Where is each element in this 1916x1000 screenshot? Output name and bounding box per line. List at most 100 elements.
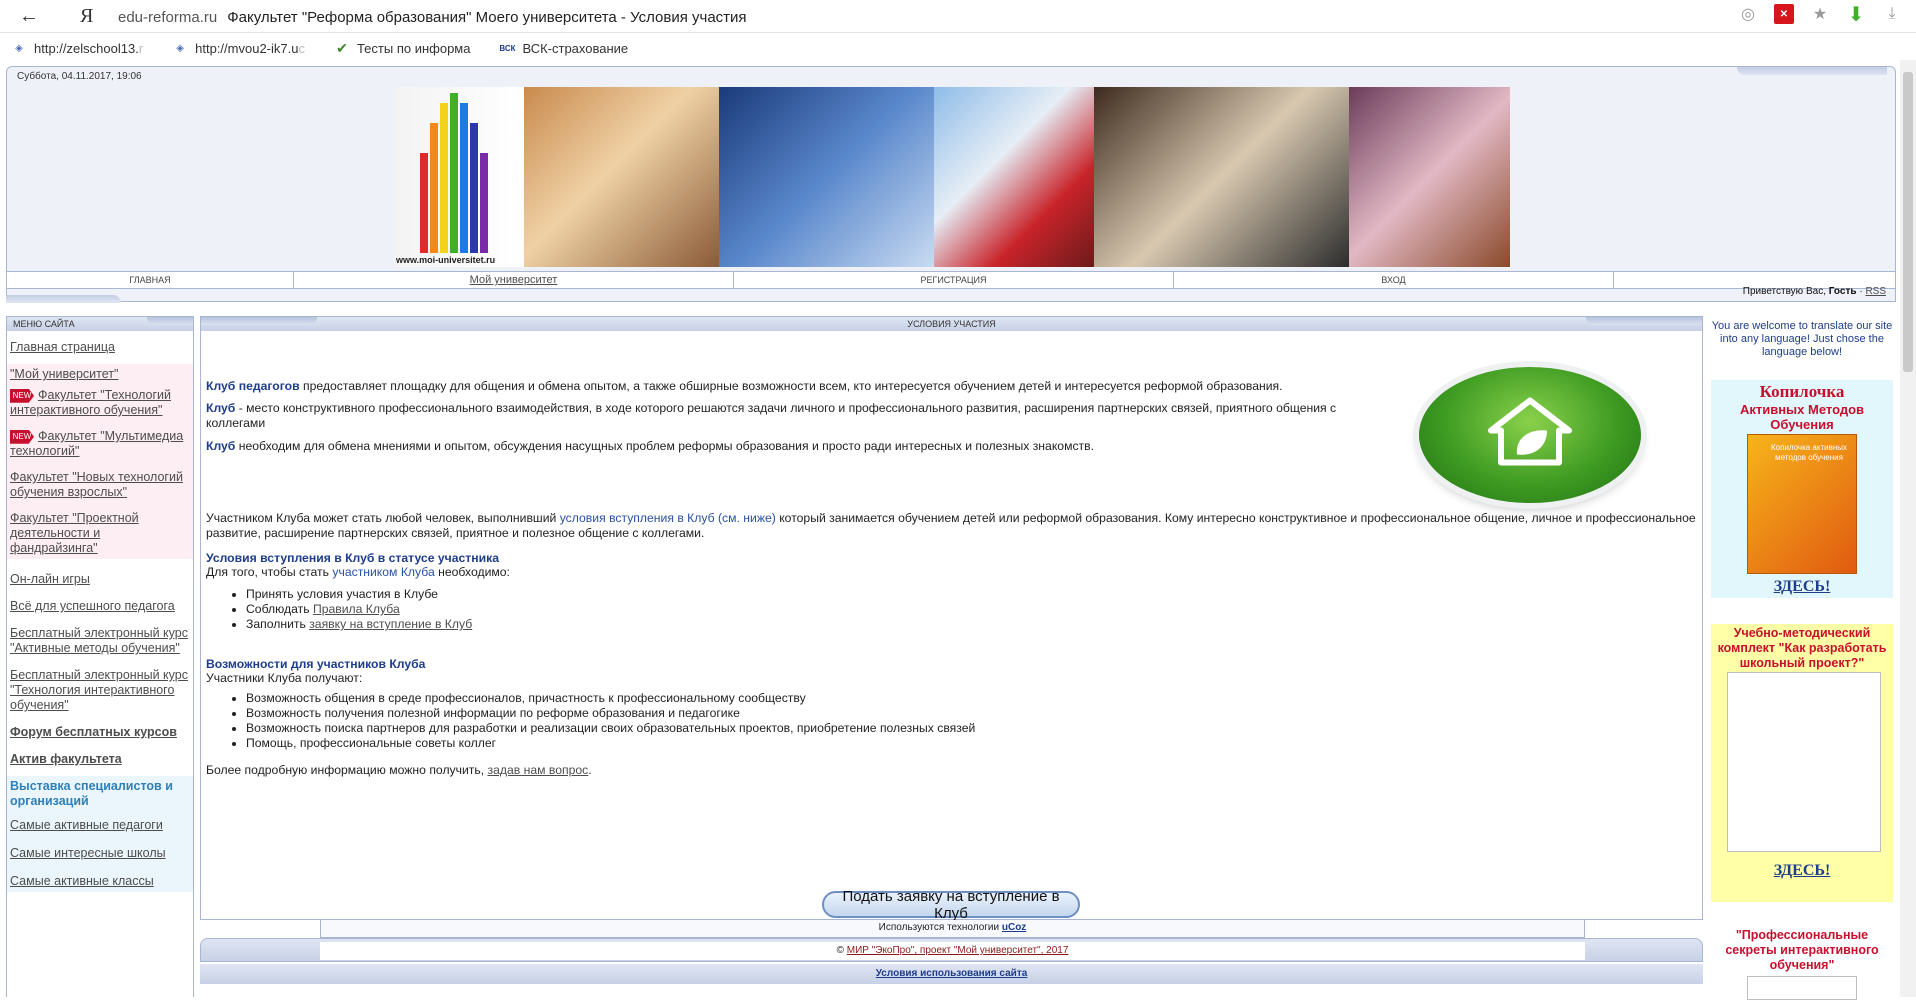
- paragraph-club-intro: Клуб педагогов предоставляет площадку дл…: [206, 379, 1283, 393]
- ucoz-link[interactable]: uCoz: [1002, 922, 1026, 933]
- umk-title: Учебно-методический комплект "Как разраб…: [1717, 626, 1887, 670]
- site-page: Суббота, 04.11.2017, 19:06 www.moi-unive…: [0, 64, 1900, 1000]
- rss-link[interactable]: RSS: [1865, 286, 1886, 297]
- banner-photo-lab: [524, 87, 719, 267]
- footer-copyright: © МИР "ЭкоПро", проект "Мой университет"…: [320, 942, 1585, 960]
- bookmark-vsk[interactable]: ВСК ВСК-страхование: [499, 41, 628, 56]
- new-badge-icon: NEW: [10, 388, 34, 403]
- terms-link[interactable]: Условия использования сайта: [876, 968, 1028, 979]
- kopilochka-book-cover[interactable]: Копилочка активных методов обучения: [1747, 434, 1857, 574]
- paragraph-club-purpose: Клуб необходим для обмена мнениями и опы…: [206, 439, 1094, 453]
- yandex-logo[interactable]: Я: [80, 5, 93, 28]
- footer-tech: Используются технологии uCoz: [320, 920, 1585, 938]
- kopilochka-title: Копилочка: [1759, 382, 1845, 401]
- checkmark-icon: ✔: [336, 39, 348, 56]
- copyright-link[interactable]: МИР "ЭкоПро", проект "Мой университет", …: [847, 945, 1069, 956]
- kopilochka-subtitle: Активных Методов Обучения: [1739, 402, 1865, 432]
- sidebar-item-home[interactable]: Главная страница: [7, 337, 193, 358]
- conditions-list: Принять условия участия в Клубе Соблюдат…: [246, 587, 472, 632]
- application-link[interactable]: заявку на вступление в Клуб: [309, 617, 472, 631]
- list-item: Помощь, профессиональные советы коллег: [246, 736, 975, 751]
- banner-photo-calculator: [1094, 87, 1349, 267]
- left-sidebar: МЕНЮ САЙТА Главная страница "Мой универс…: [6, 316, 194, 997]
- browser-toolbar: ← Я edu-reforma.ru Факультет "Реформа об…: [0, 0, 1916, 33]
- sidebar-item-projects[interactable]: Факультет "Проектной деятельности и фанд…: [7, 503, 193, 559]
- opportunities-intro: Участники Клуба получают:: [206, 671, 363, 685]
- translate-note: You are welcome to translate our site in…: [1711, 320, 1893, 358]
- sidebar-item-schools[interactable]: Самые интересные школы: [7, 836, 193, 864]
- sidebar-item-course-active[interactable]: Бесплатный электронный курс "Активные ме…: [7, 623, 193, 659]
- club-rules-link[interactable]: Правила Клуба: [313, 602, 400, 616]
- site-header: Суббота, 04.11.2017, 19:06 www.moi-unive…: [6, 66, 1896, 302]
- page-title: Факультет "Реформа образования" Моего ун…: [227, 8, 747, 26]
- umk-image[interactable]: [1727, 672, 1881, 852]
- banner-photo-student: [719, 87, 934, 267]
- download-arrow-icon[interactable]: ⬇: [1846, 4, 1866, 26]
- star-icon[interactable]: ★: [1810, 4, 1830, 24]
- university-logo: www.moi-universitet.ru: [394, 87, 524, 267]
- page-scrollbar[interactable]: [1900, 60, 1916, 997]
- conditions-intro: Для того, чтобы стать участником Клуба н…: [206, 565, 510, 579]
- apply-button[interactable]: Подать заявку на вступление в Клуб: [822, 888, 1080, 922]
- new-badge-icon: NEW: [10, 429, 34, 444]
- list-item: Возможность поиска партнеров для разрабо…: [246, 721, 975, 736]
- downloads-icon[interactable]: ⤓: [1882, 4, 1902, 24]
- sidebar-item-faculty-active[interactable]: Актив факультета: [7, 749, 193, 770]
- banner-photo-window: [934, 87, 1094, 267]
- heading-conditions: Условия вступления в Клуб в статусе учас…: [206, 551, 499, 565]
- list-item: Соблюдать Правила Клуба: [246, 602, 472, 617]
- bookmark-mvou2[interactable]: ◈ http://mvou2-ik7.u c: [173, 41, 305, 56]
- header-decoration: [1737, 67, 1887, 75]
- content-title: УСЛОВИЯ УЧАСТИЯ: [201, 317, 1702, 331]
- banner-url: www.moi-universitet.ru: [396, 255, 496, 265]
- sidebar-item-course-interactive[interactable]: Бесплатный электронный курс "Технология …: [7, 665, 193, 716]
- heading-opportunities: Возможности для участников Клуба: [206, 657, 426, 671]
- footer-terms: Условия использования сайта: [200, 964, 1703, 984]
- bookmark-zelschool[interactable]: ◈ http://zelschool13. r: [12, 41, 143, 56]
- greeting-row: Приветствую Вас, Гость · RSS: [1742, 286, 1886, 297]
- arrow-left-icon[interactable]: ←: [14, 1, 44, 31]
- ask-question-link[interactable]: задав нам вопрос: [488, 763, 589, 777]
- sidebar-item-multimedia[interactable]: NEW Факультет "Мультимедиа технологий": [7, 421, 193, 462]
- bookmarks-bar: ◈ http://zelschool13. r ◈ http://mvou2-ik7.…: [0, 36, 1916, 60]
- sidebar-item-classes[interactable]: Самые активные классы: [7, 864, 193, 892]
- sidebar-item-online-games[interactable]: Он-лайн игры: [7, 569, 193, 590]
- sidebar-item-interactive[interactable]: NEW Факультет "Технологий интерактивного …: [7, 385, 193, 421]
- secrets-promo: "Профессиональные секреты интерактивного…: [1711, 916, 1893, 1000]
- globe-icon: ◈: [15, 42, 23, 54]
- member-link[interactable]: участником Клуба: [332, 565, 434, 579]
- sidebar-item-active-teachers[interactable]: Самые активные педагоги: [7, 812, 193, 836]
- vsk-badge: ВСК: [499, 43, 516, 53]
- sidebar-item-forum[interactable]: Форум бесплатных курсов: [7, 722, 193, 743]
- kopilochka-promo: Копилочка Активных Методов Обучения Копи…: [1711, 380, 1893, 598]
- umk-here-link[interactable]: ЗДЕСЬ!: [1711, 862, 1893, 880]
- sidebar-item-exhibition[interactable]: Выставка специалистов и организаций: [7, 776, 193, 812]
- more-info: Более подробную информацию можно получит…: [206, 763, 592, 777]
- guest-name: Гость: [1828, 286, 1857, 297]
- sidebar-item-adult-learning[interactable]: Факультет "Новых технологий обучения взр…: [7, 462, 193, 503]
- adblock-icon[interactable]: ✕: [1774, 4, 1794, 24]
- toolbar-icons: ◎ ✕ ★ ⬇ ⤓: [1738, 4, 1902, 26]
- house-leaf-glyph: [1488, 397, 1572, 466]
- scroll-thumb[interactable]: [1903, 72, 1913, 372]
- list-item: Принять условия участия в Клубе: [246, 587, 472, 602]
- protect-icon[interactable]: ◎: [1738, 4, 1758, 24]
- banner-photo-laptop: [1349, 87, 1510, 267]
- list-item: Возможность общения в среде профессионал…: [246, 691, 975, 706]
- sidebar-item-my-university[interactable]: "Мой университет": [7, 364, 193, 385]
- conditions-link[interactable]: условия вступления в Клуб (см. ниже): [560, 511, 776, 525]
- secrets-title: "Профессиональные секреты интерактивного…: [1725, 928, 1879, 972]
- sidebar-item-teacher[interactable]: Всё для успешного педагога: [7, 596, 193, 617]
- paragraph-club-place: Клуб - место конструктивного профессиона…: [206, 401, 1337, 430]
- list-item: Возможность получения полезной информаци…: [246, 706, 975, 721]
- address-domain: edu-reforma.ru: [118, 8, 218, 26]
- paragraph-membership: Участником Клуба может стать любой челов…: [206, 511, 1696, 540]
- umk-promo: Учебно-методический комплект "Как разраб…: [1711, 624, 1893, 902]
- address-bar[interactable]: edu-reforma.ru Факультет "Реформа образо…: [118, 4, 1748, 30]
- sidebar-title: МЕНЮ САЙТА: [7, 317, 193, 331]
- house-leaf-icon: [1419, 367, 1641, 503]
- kopilochka-here-link[interactable]: ЗДЕСЬ!: [1711, 578, 1893, 596]
- bookmark-tests[interactable]: ✔ Тесты по информа: [335, 39, 470, 56]
- globe-icon: ◈: [176, 42, 184, 54]
- secrets-image[interactable]: [1747, 976, 1857, 1000]
